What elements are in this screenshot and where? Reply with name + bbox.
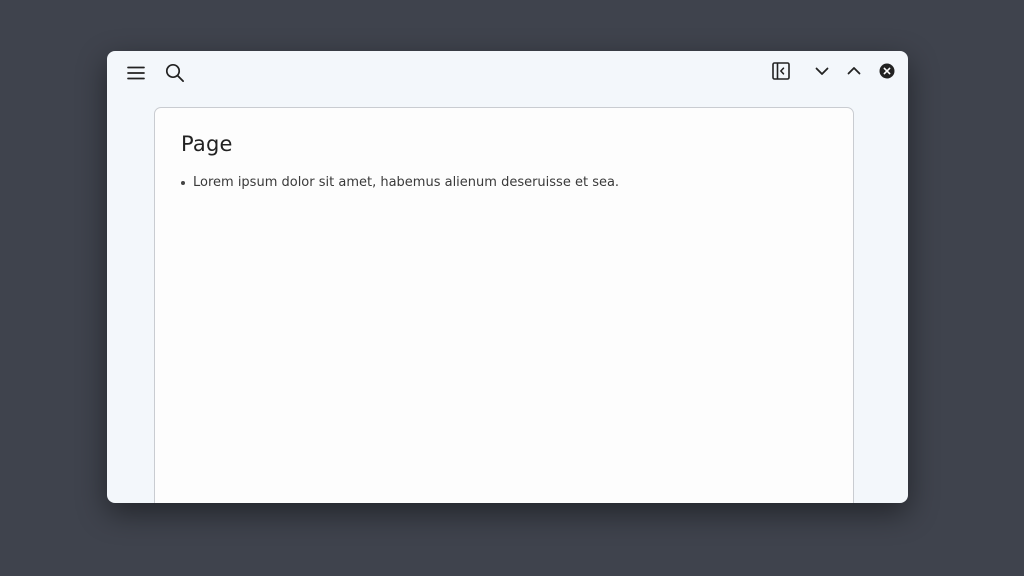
list-item-text: Lorem ipsum dolor sit amet, habemus alie… — [193, 175, 620, 190]
sidebar-toggle-button[interactable] — [768, 58, 794, 84]
chevron-down-icon — [815, 67, 829, 75]
search-button[interactable] — [162, 60, 188, 86]
close-circle-icon — [879, 63, 895, 79]
chevron-up-icon — [847, 67, 861, 75]
page-title: Page — [181, 132, 233, 156]
previous-match-button[interactable] — [841, 58, 867, 84]
close-button[interactable] — [874, 58, 900, 84]
app-window: Page Lorem ipsum dolor sit amet, habemus… — [107, 51, 908, 503]
list-item: Lorem ipsum dolor sit amet, habemus alie… — [181, 174, 619, 192]
bullet-list: Lorem ipsum dolor sit amet, habemus alie… — [181, 174, 619, 192]
menu-icon — [127, 66, 145, 80]
next-match-button[interactable] — [809, 58, 835, 84]
page-content: Page Lorem ipsum dolor sit amet, habemus… — [154, 107, 854, 503]
sidebar-collapse-icon — [772, 62, 790, 80]
menu-button[interactable] — [123, 60, 149, 86]
search-icon — [165, 63, 184, 82]
toolbar — [107, 51, 908, 95]
bullet-icon — [181, 181, 185, 185]
